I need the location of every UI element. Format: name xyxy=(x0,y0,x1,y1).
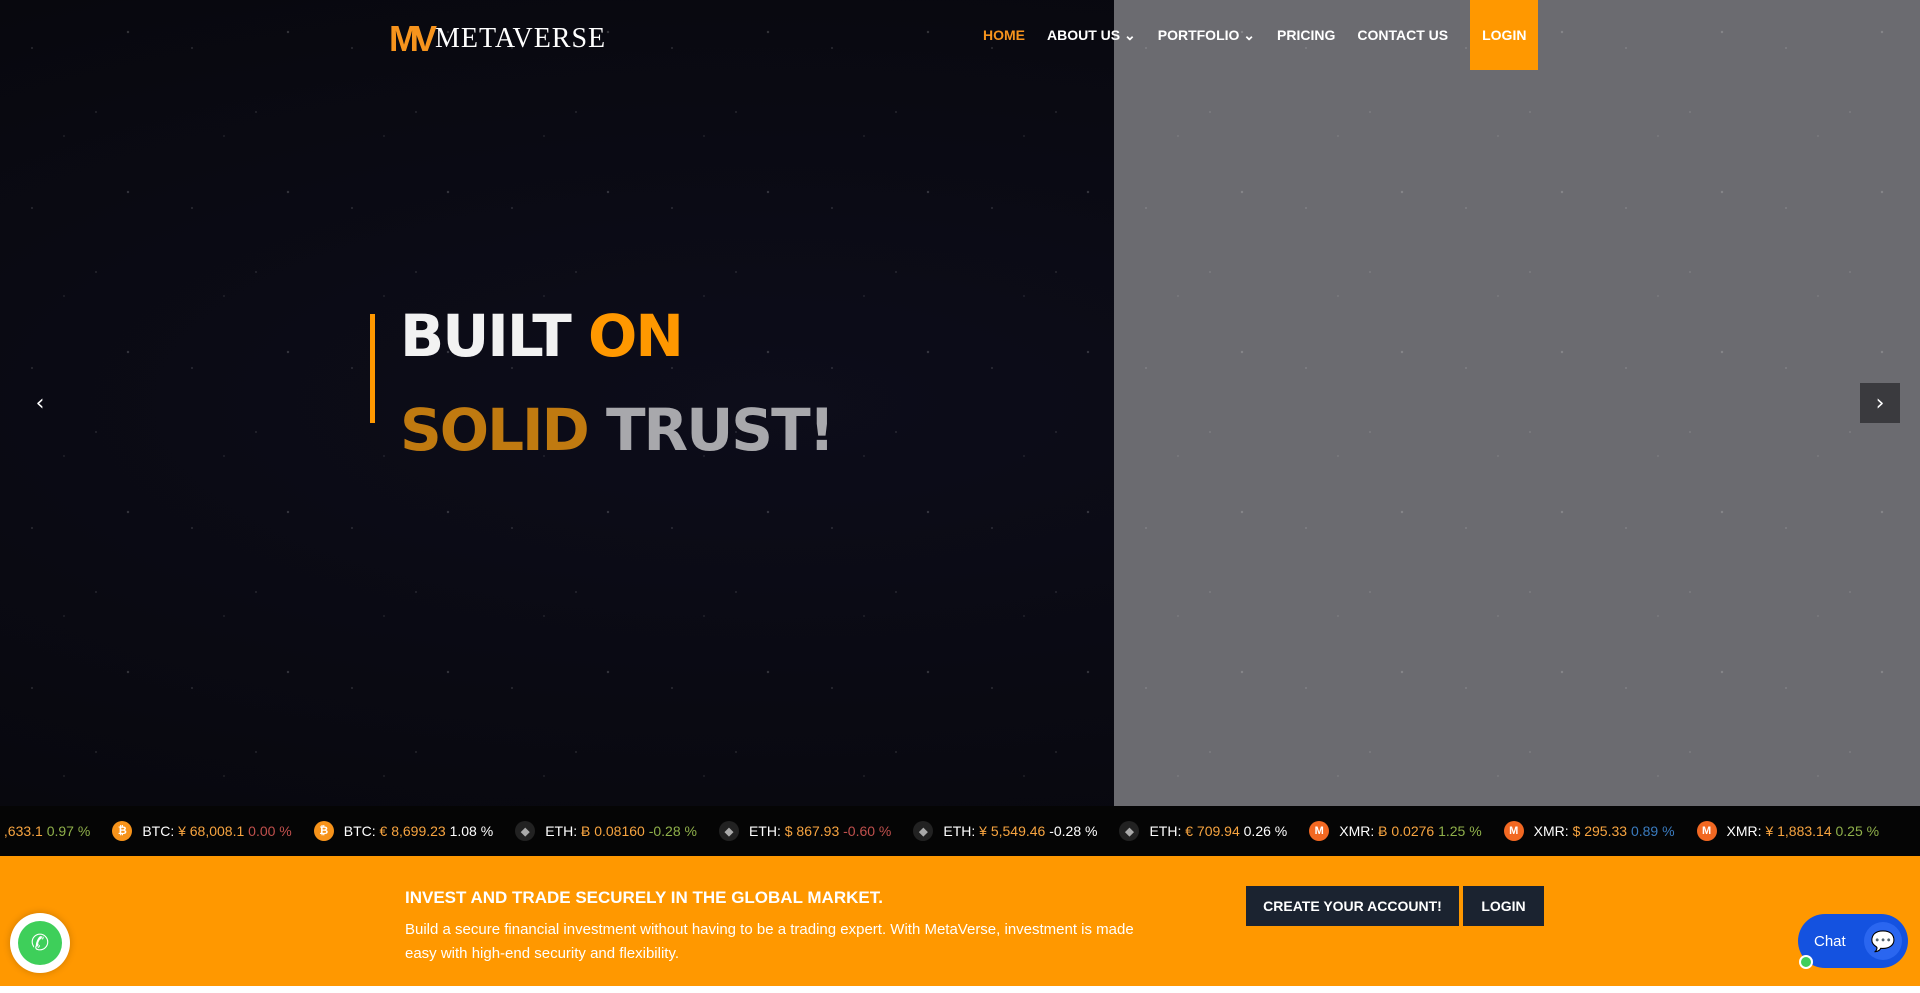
ticker-symbol: XMR: xyxy=(1339,823,1375,839)
ticker-symbol: BTC: xyxy=(343,823,376,839)
nav-pricing[interactable]: PRICING xyxy=(1277,27,1335,43)
whatsapp-icon: ✆ xyxy=(18,921,62,965)
ticker-symbol: ETH: xyxy=(748,823,781,839)
nav-about-us[interactable]: ABOUT US ⌄ xyxy=(1047,27,1136,44)
ticker-item: ₿ BTC: ¥ 68,008.1 0.00 % xyxy=(112,821,292,841)
cta-title: INVEST AND TRADE SECURELY IN THE GLOBAL … xyxy=(405,888,883,907)
ticker-price: Ƀ 0.0276 xyxy=(1378,823,1435,839)
nav-home[interactable]: HOME xyxy=(983,27,1025,43)
chat-button[interactable]: Chat 💬 xyxy=(1798,914,1908,968)
eth-icon: ◆ xyxy=(515,821,536,841)
crypto-ticker: ,633.1 0.97 % ₿ BTC: ¥ 68,008.1 0.00 % ₿ BTC… xyxy=(0,806,1920,856)
cta-banner: INVEST AND TRADE SECURELY IN THE GLOBAL … xyxy=(0,856,1920,986)
ticker-change: 0.25 % xyxy=(1835,823,1880,839)
chat-bubble-icon: 💬 xyxy=(1864,922,1902,960)
ticker-price: Ƀ 0.08160 xyxy=(580,823,645,839)
ticker-price: € 8,699.23 xyxy=(379,823,446,839)
eth-icon: ◆ xyxy=(913,821,934,841)
ticker-symbol: ETH: xyxy=(545,823,578,839)
logo-text: METAVERSE xyxy=(435,23,607,54)
ticker-item: ₿ BTC: € 8,699.23 1.08 % xyxy=(313,821,494,841)
hero-word: SOLID xyxy=(400,396,590,464)
ticker-item: M XMR: ¥ 1,883.14 0.25 % xyxy=(1696,821,1880,841)
main-nav: HOME ABOUT US ⌄ PORTFOLIO ⌄ PRICING CONT… xyxy=(983,0,1539,70)
hero-word: BUILT xyxy=(400,302,572,370)
ticker-change: 1.08 % xyxy=(449,823,494,839)
ticker-change: 1.25 % xyxy=(1438,823,1482,839)
ticker-change: -0.28 % xyxy=(1049,823,1098,839)
chat-label: Chat xyxy=(1814,932,1846,950)
ticker-item: M XMR: $ 295.33 0.89 % xyxy=(1503,821,1675,841)
ticker-symbol: ETH: xyxy=(1149,823,1182,839)
ticker-item: ◆ ETH: ¥ 5,549.46 -0.28 % xyxy=(913,821,1097,841)
nav-login-button[interactable]: LOGIN xyxy=(1470,0,1539,70)
ticker-item: M XMR: Ƀ 0.0276 1.25 % xyxy=(1309,821,1482,841)
hero-title-line2: SOLID TRUST! xyxy=(400,396,835,464)
ticker-change: 0.00 % xyxy=(248,823,292,839)
ticker-symbol: BTC: xyxy=(142,823,175,839)
online-indicator xyxy=(1799,955,1813,969)
nav-portfolio[interactable]: PORTFOLIO ⌄ xyxy=(1158,27,1255,44)
ticker-change: 0.89 % xyxy=(1630,823,1675,839)
hero-accent-bar xyxy=(370,314,375,423)
ticker-price: ¥ 5,549.46 xyxy=(979,823,1046,839)
next-slide-arrow-icon[interactable]: › xyxy=(1860,383,1900,423)
ticker-symbol: XMR: xyxy=(1726,823,1762,839)
ticker-symbol: XMR: xyxy=(1533,823,1569,839)
logo[interactable]: MV METAVERSE xyxy=(389,18,606,60)
ticker-item: ◆ ETH: Ƀ 0.08160 -0.28 % xyxy=(515,821,697,841)
cta-text: Build a secure financial investment with… xyxy=(405,921,1134,962)
ticker-price: ¥ 1,883.14 xyxy=(1765,823,1832,839)
ticker-price: ,633.1 xyxy=(3,823,43,839)
whatsapp-button[interactable]: ✆ xyxy=(10,913,70,973)
ticker-change: -0.28 % xyxy=(648,823,697,839)
create-account-button[interactable]: CREATE YOUR ACCOUNT! xyxy=(1246,886,1459,926)
ticker-price: ¥ 68,008.1 xyxy=(178,823,245,839)
xmr-icon: M xyxy=(1696,821,1717,841)
hero-title-line1: BUILT ON xyxy=(400,302,684,370)
ticker-item: ,633.1 0.97 % xyxy=(0,823,90,839)
hero-right-panel xyxy=(1114,0,1920,806)
prev-slide-arrow-icon[interactable]: ‹ xyxy=(28,383,52,423)
hero-word: ON xyxy=(588,302,684,370)
btc-icon: ₿ xyxy=(112,821,133,841)
eth-icon: ◆ xyxy=(718,821,739,841)
ticker-change: 0.26 % xyxy=(1243,823,1288,839)
btc-icon: ₿ xyxy=(313,821,334,841)
nav-contact-us[interactable]: CONTACT US xyxy=(1357,27,1448,43)
xmr-icon: M xyxy=(1309,821,1330,841)
eth-icon: ◆ xyxy=(1119,821,1140,841)
xmr-icon: M xyxy=(1503,821,1524,841)
ticker-price: $ 295.33 xyxy=(1572,823,1628,839)
ticker-item: ◆ ETH: € 709.94 0.26 % xyxy=(1119,821,1287,841)
logo-mark: MV xyxy=(389,18,437,59)
ticker-item: ◆ ETH: $ 867.93 -0.60 % xyxy=(718,821,892,841)
ticker-change: 0.97 % xyxy=(46,823,91,839)
ticker-price: € 709.94 xyxy=(1185,823,1240,839)
hero-slider: BUILT ON SOLID TRUST! ‹ › xyxy=(0,0,1920,806)
ticker-symbol: ETH: xyxy=(943,823,976,839)
ticker-price: $ 867.93 xyxy=(784,823,840,839)
hero-word: TRUST! xyxy=(605,396,835,464)
ticker-change: -0.60 % xyxy=(843,823,892,839)
banner-login-button[interactable]: LOGIN xyxy=(1463,886,1544,926)
